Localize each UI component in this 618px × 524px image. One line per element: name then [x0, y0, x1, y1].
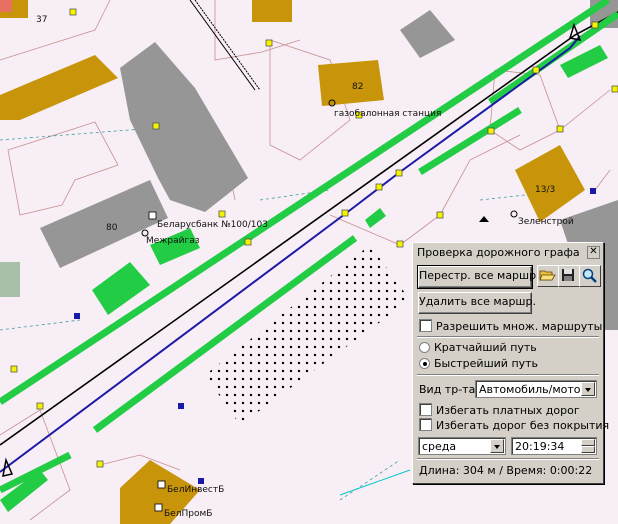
radio-circle[interactable] [419, 342, 430, 353]
avoid-unpaved-label: Избегать дорог без покрытия [436, 419, 610, 432]
magnifier-icon [582, 268, 597, 283]
map-label-belprom: БелПромБ [164, 509, 212, 519]
time-input[interactable]: 20:19:34 [511, 437, 597, 455]
map-label-house-13-3: 13/3 [535, 185, 555, 195]
separator [417, 374, 599, 376]
separator [417, 458, 599, 460]
chevron-down-icon[interactable] [490, 439, 504, 453]
vehicle-type-value: Автомобиль/мотоц [479, 383, 588, 396]
save-button[interactable] [558, 265, 580, 287]
folder-open-icon [539, 270, 556, 281]
avoid-unpaved-roads-checkbox[interactable]: Избегать дорог без покрытия [419, 418, 609, 432]
separator [417, 336, 599, 338]
allow-multiple-routes-checkbox[interactable]: Разрешить множ. маршруты [419, 319, 602, 333]
close-button[interactable]: ✕ [587, 246, 600, 259]
map-label-gas-station: газобалонная станция [334, 109, 441, 119]
map-label-house-82: 82 [352, 82, 363, 92]
map-label-mezhraygaz: Межрайгаз [146, 236, 200, 246]
fastest-route-radio[interactable]: Быстрейший путь [419, 357, 538, 370]
fastest-route-label: Быстрейший путь [434, 357, 539, 370]
day-of-week-select[interactable]: среда [418, 437, 506, 455]
vehicle-type-label: Вид тр-та: [419, 383, 480, 396]
checkbox-box[interactable] [419, 319, 432, 332]
checkbox-box[interactable] [419, 418, 432, 431]
avoid-toll-label: Избегать платных дорог [436, 404, 580, 417]
shortest-route-label: Кратчайший путь [434, 341, 537, 354]
save-disk-icon [562, 269, 574, 281]
rebuild-all-routes-button[interactable]: Перестр. все маршр. [417, 265, 540, 289]
map-label-house-80: 80 [106, 223, 118, 233]
radio-circle-selected[interactable] [419, 358, 430, 369]
search-button[interactable] [579, 265, 601, 287]
spin-down-icon[interactable] [581, 446, 595, 453]
road-graph-check-panel: Проверка дорожного графа ✕ Перестр. все … [412, 242, 609, 484]
close-icon: ✕ [589, 246, 598, 257]
route-status-text: Длина: 304 м / Время: 0:00:22 [419, 464, 593, 477]
chevron-down-icon[interactable] [581, 382, 595, 396]
panel-title: Проверка дорожного графа [417, 246, 580, 259]
spin-up-icon[interactable] [581, 439, 595, 446]
time-value: 20:19:34 [515, 440, 565, 453]
map-label-house-37: 37 [36, 15, 47, 25]
allow-multiple-label: Разрешить множ. маршруты [436, 320, 603, 333]
open-button[interactable] [537, 265, 559, 287]
map-label-zelenstroy: Зеленстрой [518, 217, 574, 227]
vehicle-type-select[interactable]: Автомобиль/мотоц [475, 380, 597, 398]
avoid-toll-roads-checkbox[interactable]: Избегать платных дорог [419, 403, 580, 417]
shortest-route-radio[interactable]: Кратчайший путь [419, 341, 537, 354]
panel-titlebar[interactable]: Проверка дорожного графа ✕ [414, 244, 602, 261]
checkbox-box[interactable] [419, 403, 432, 416]
map-label-belinvest: БелИнвестБ [167, 485, 224, 495]
delete-all-routes-button[interactable]: Удалить все маршр. [418, 292, 536, 314]
day-value: среда [422, 440, 457, 453]
map-label-bank: Беларусбанк №100/103 [157, 220, 268, 230]
